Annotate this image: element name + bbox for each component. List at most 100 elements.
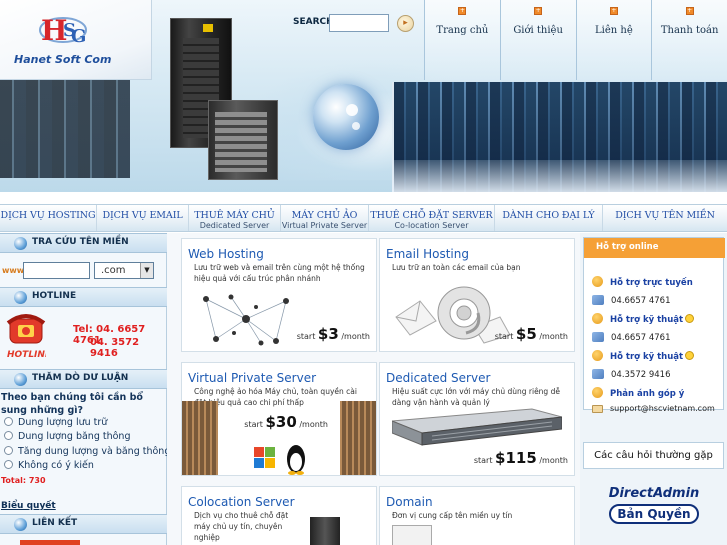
globe-highlight	[346, 104, 358, 116]
price-value: $5	[515, 325, 537, 343]
radio-icon[interactable]	[4, 417, 13, 426]
ball-icon	[14, 237, 27, 250]
person-icon	[592, 350, 603, 361]
main-nav: DỊCH VỤ HOSTING DỊCH VỤ EMAIL THUÊ MÁY C…	[0, 204, 727, 232]
radio-icon[interactable]	[4, 460, 13, 469]
support-row: 04.6657 4761	[592, 295, 670, 306]
nav-colocation[interactable]: THUÊ CHỖ ĐẶT SERVER Co-location Server	[369, 205, 495, 231]
service-desc: Hiệu suất cực lớn với máy chủ dùng riêng…	[392, 387, 560, 407]
phone-icon	[592, 332, 604, 342]
nav-label: DỊCH VỤ EMAIL	[102, 210, 183, 221]
section-title: THĂM DÒ DƯ LUẬN	[32, 373, 129, 383]
top-nav-about[interactable]: + Giới thiệu	[499, 0, 576, 80]
header-banner: H S G Hanet Soft Com SEARCH ▸ + Trang ch…	[0, 0, 727, 192]
poll-option[interactable]: Dung lượng băng thông	[4, 431, 130, 442]
ball-icon	[14, 291, 27, 304]
logo[interactable]: H S G Hanet Soft Com	[0, 0, 152, 80]
arrow-right-icon[interactable]: ▸	[397, 15, 414, 32]
datacenter-floor	[392, 160, 727, 192]
support-email[interactable]: support@hscvietnam.com	[610, 404, 715, 413]
poll-option[interactable]: Dung lượng lưu trữ	[4, 417, 107, 428]
service-price: start $5 /month	[495, 325, 568, 343]
os-logos-icon	[254, 445, 305, 475]
nav-label: MÁY CHỦ ẢO	[291, 210, 358, 221]
domain-image	[392, 525, 432, 545]
section-title: TRA CỨU TÊN MIỀN	[32, 237, 129, 247]
top-nav-contact[interactable]: + Liên hệ	[575, 0, 652, 80]
person-icon	[592, 276, 603, 287]
support-row[interactable]: Hỗ trợ kỹ thuật	[592, 313, 695, 325]
nav-sublabel: Virtual Private Server	[281, 221, 368, 230]
nav-reseller[interactable]: DÀNH CHO ĐẠI LÝ	[495, 205, 603, 231]
domain-tld-select[interactable]: .com ▼	[94, 262, 154, 279]
right-sidebar: Hỗ trợ online Hỗ trợ trực tuyến 04.6657 …	[580, 233, 727, 545]
section-title: HOTLINE	[32, 291, 77, 301]
support-row[interactable]: Hỗ trợ kỹ thuật	[592, 350, 695, 362]
service-card-email-hosting[interactable]: Email Hosting Lưu trữ an toàn các email …	[379, 238, 575, 352]
support-row[interactable]: support@hscvietnam.com	[592, 404, 715, 413]
mail-icon	[592, 405, 603, 413]
nav-domain[interactable]: DỊCH VỤ TÊN MIỀN	[603, 205, 727, 231]
top-nav-label: Liên hệ	[595, 25, 633, 36]
nav-vps[interactable]: MÁY CHỦ ẢO Virtual Private Server	[281, 205, 369, 231]
service-card-dedicated[interactable]: Dedicated Server Hiệu suất cực lớn với m…	[379, 362, 575, 476]
support-row[interactable]: Hỗ trợ trực tuyến	[592, 276, 693, 288]
service-desc: Dịch vụ cho thuê chỗ đặt máy chủ uy tín,…	[194, 511, 289, 542]
service-card-domain[interactable]: Domain Đơn vị cung cấp tên miền uy tín	[379, 486, 575, 545]
rack-server-icon	[392, 408, 562, 446]
poll-option-label: Không có ý kiến	[18, 460, 94, 471]
service-title: Domain	[386, 495, 433, 509]
domain-input[interactable]	[23, 262, 90, 279]
nav-hosting[interactable]: DỊCH VỤ HOSTING	[0, 205, 97, 231]
colocation-server-image	[310, 517, 340, 545]
service-card-vps[interactable]: Virtual Private Server Công nghệ ảo hóa …	[181, 362, 377, 476]
bullet-icon: +	[534, 7, 543, 15]
support-link[interactable]: Hỗ trợ kỹ thuật	[610, 315, 683, 325]
faq-button[interactable]: Các câu hỏi thường gặp	[583, 442, 724, 469]
support-link[interactable]: Hỗ trợ kỹ thuật	[610, 352, 683, 362]
price-prefix: start	[244, 420, 263, 429]
smiley-icon	[685, 314, 695, 323]
nav-email[interactable]: DỊCH VỤ EMAIL	[97, 205, 189, 231]
directadmin-banner[interactable]: DirectAdmin Bản Quyền	[595, 484, 713, 524]
top-nav-label: Trang chủ	[436, 25, 489, 36]
smiley-icon	[685, 351, 695, 360]
nav-dedicated[interactable]: THUÊ MÁY CHỦ Dedicated Server	[189, 205, 281, 231]
service-card-colocation[interactable]: Colocation Server Dịch vụ cho thuê chỗ đ…	[181, 486, 377, 545]
search-input[interactable]	[329, 14, 389, 32]
top-nav-label: Giới thiệu	[513, 25, 563, 36]
partner-logo[interactable]	[20, 540, 80, 545]
services-grid: Web Hosting Lưu trữ web và email trên cù…	[167, 233, 580, 545]
vote-link[interactable]: Biểu quyết	[1, 501, 56, 511]
support-link[interactable]: Hỗ trợ trực tuyến	[610, 278, 693, 288]
poll-option[interactable]: Tăng dung lượng và băng thông	[4, 446, 170, 457]
top-nav-label: Thanh toán	[660, 25, 719, 36]
top-nav: + Trang chủ + Giới thiệu + Liên hệ + Tha…	[424, 0, 727, 80]
nav-sublabel: Co-location Server	[394, 221, 469, 230]
chevron-down-icon: ▼	[140, 263, 153, 278]
price-prefix: start	[296, 332, 316, 341]
service-title: Colocation Server	[188, 495, 295, 509]
radio-icon[interactable]	[4, 446, 13, 455]
support-row: 04.6657 4761	[592, 332, 670, 343]
price-suffix: /month	[539, 456, 568, 465]
server-rack-right-image	[340, 401, 376, 475]
nav-label: THUÊ MÁY CHỦ	[194, 210, 275, 221]
service-card-web-hosting[interactable]: Web Hosting Lưu trữ web và email trên cù…	[181, 238, 377, 352]
top-nav-home[interactable]: + Trang chủ	[424, 0, 500, 80]
service-price: start $3 /month	[297, 325, 370, 343]
service-desc: Đơn vị cung cấp tên miền uy tín	[392, 511, 513, 520]
poll-option[interactable]: Không có ý kiến	[4, 460, 94, 471]
server-rack-image	[0, 78, 130, 178]
radio-icon[interactable]	[4, 431, 13, 440]
globe-icon	[313, 84, 379, 150]
service-desc: Lưu trữ web và email trên cùng một hệ th…	[194, 263, 365, 283]
price-prefix: start	[473, 456, 493, 465]
service-title: Email Hosting	[386, 247, 469, 261]
top-nav-payment[interactable]: + Thanh toán	[651, 0, 727, 80]
support-row[interactable]: Phản ánh góp ý	[592, 387, 684, 399]
service-title: Virtual Private Server	[188, 371, 317, 385]
price-prefix: start	[494, 332, 514, 341]
service-desc: Lưu trữ an toàn các email của bạn	[392, 263, 521, 272]
support-link[interactable]: Phản ánh góp ý	[610, 389, 684, 399]
